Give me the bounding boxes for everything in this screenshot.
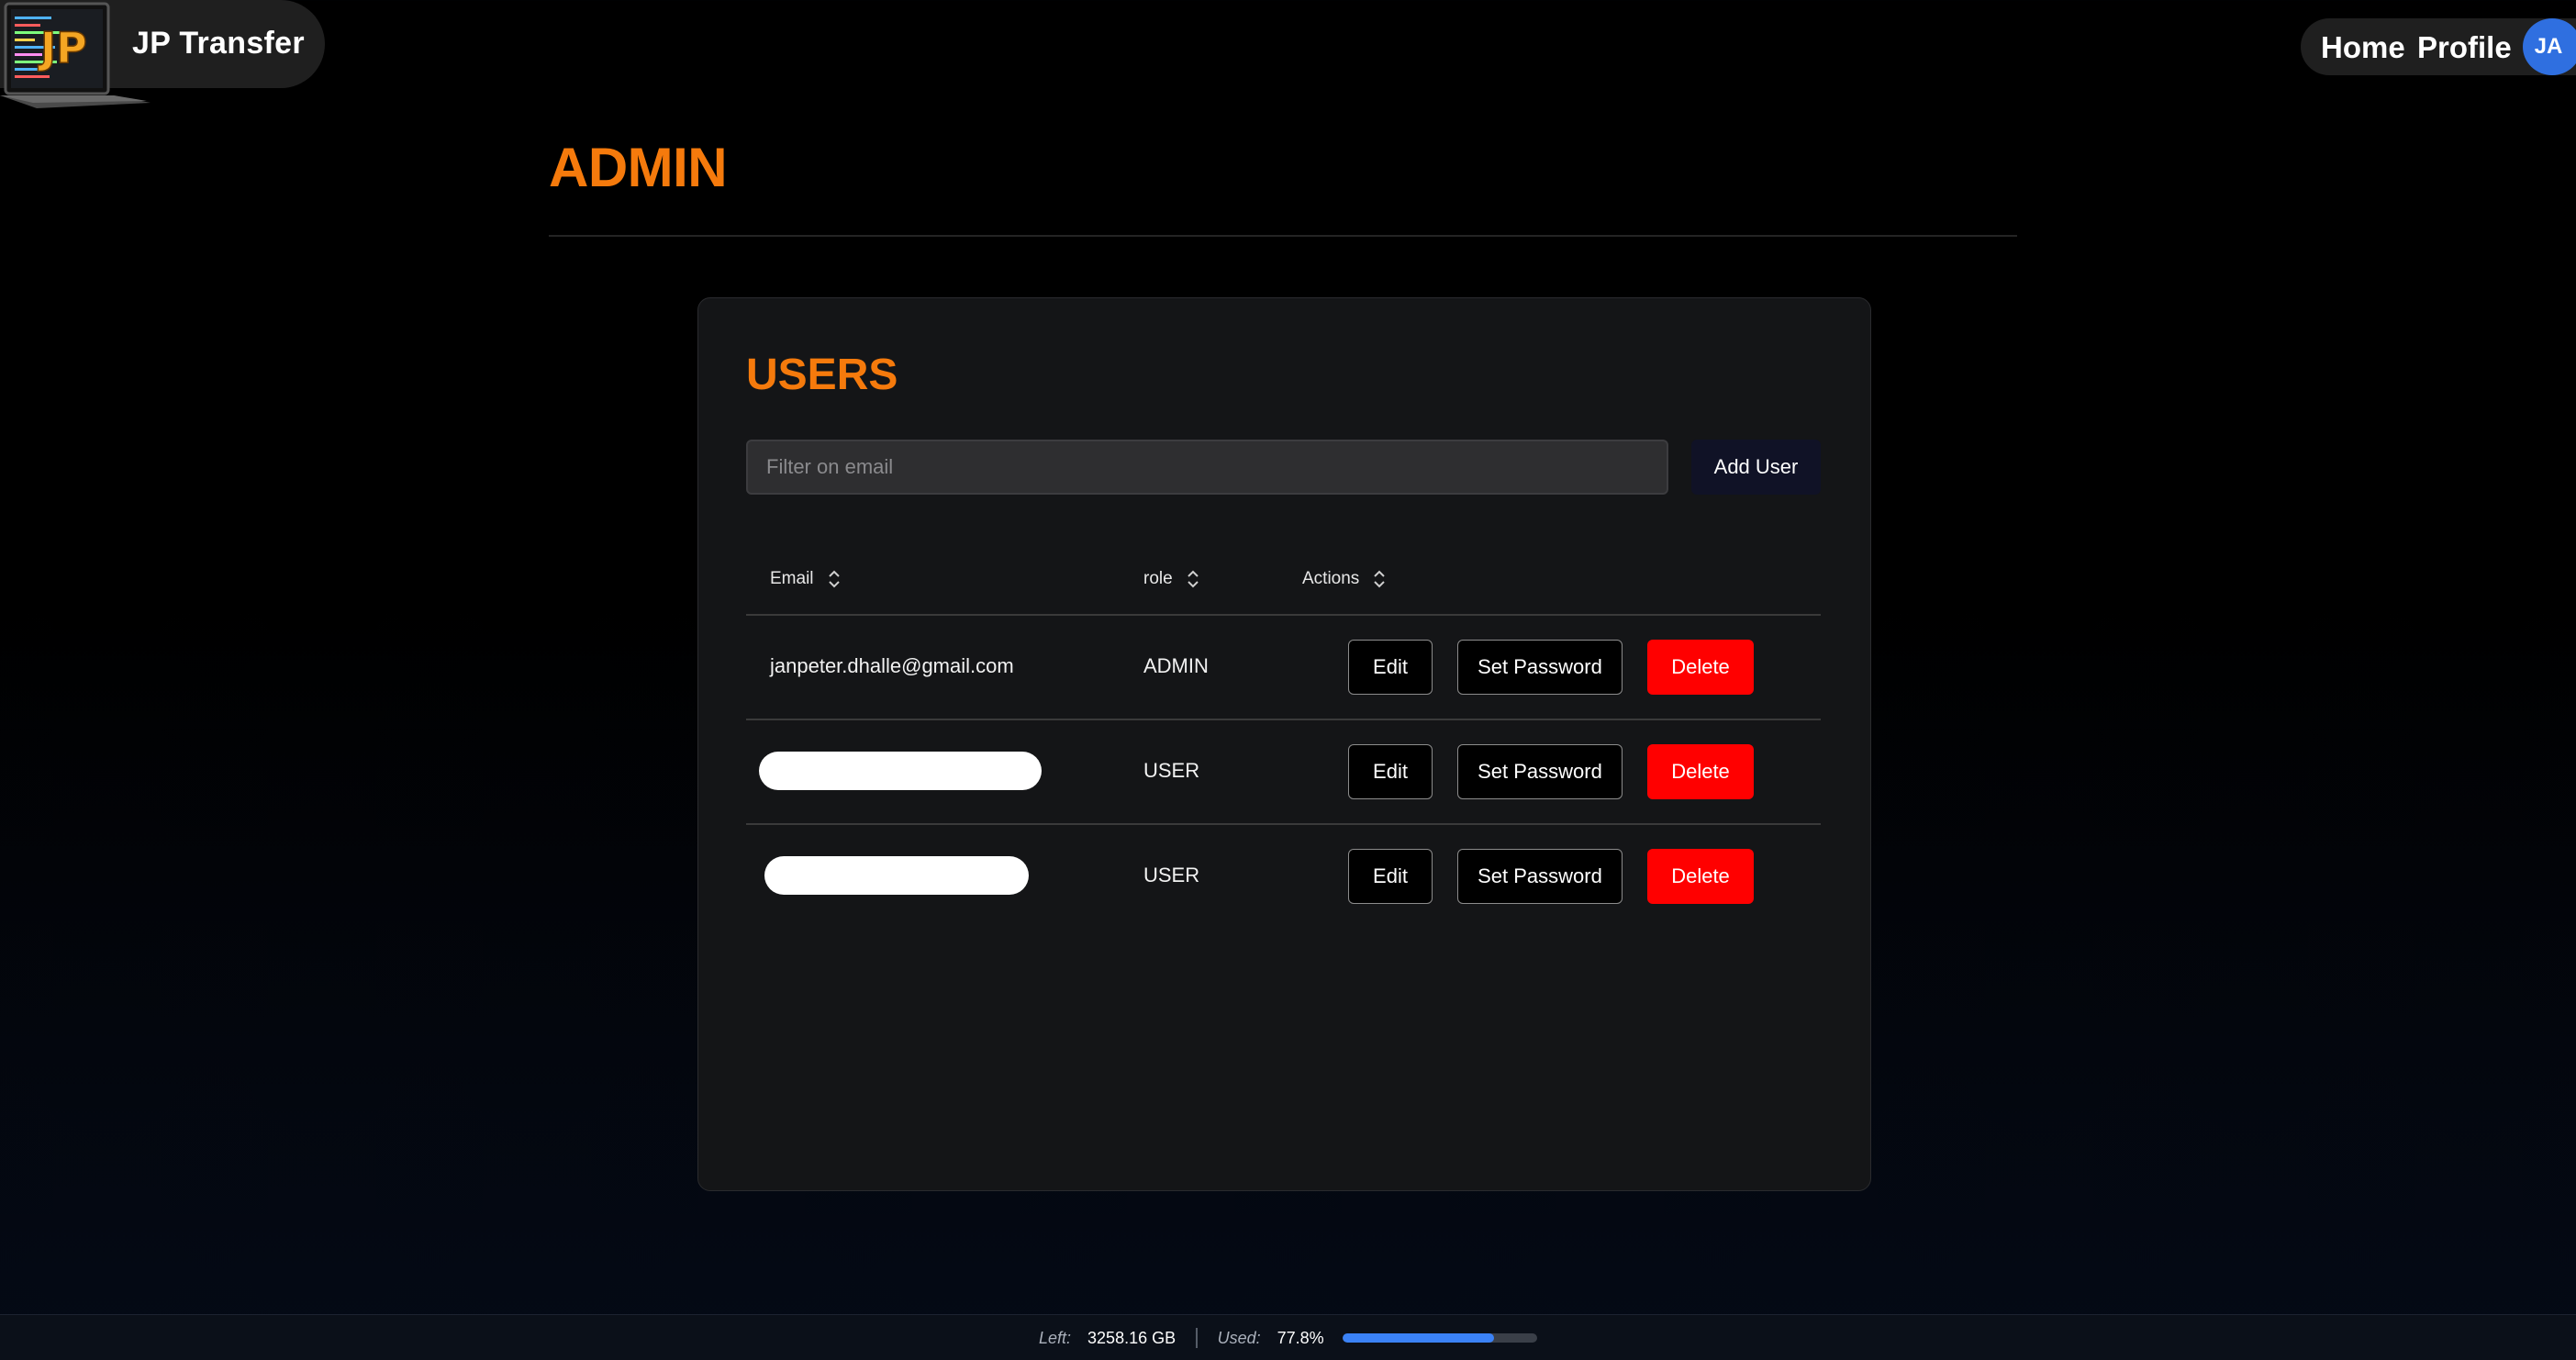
page-title: ADMIN (549, 137, 728, 198)
sort-icon (1374, 570, 1386, 588)
user-email: janpeter.dhalle@gmail.com (770, 654, 1014, 677)
storage-footer: Left: 3258.16 GB Used: 77.8% (0, 1314, 2576, 1360)
email-redaction (759, 752, 1042, 790)
column-header-actions-label: Actions (1302, 569, 1360, 588)
user-role: USER (1143, 864, 1200, 886)
sort-icon (828, 570, 840, 588)
column-header-role-label: role (1143, 569, 1173, 588)
table-row: janpeter.dhalle@gmail.com ADMIN Edit Set… (746, 616, 1821, 720)
title-divider (549, 235, 2017, 237)
edit-button[interactable]: Edit (1348, 744, 1433, 799)
delete-button[interactable]: Delete (1647, 640, 1754, 695)
user-role: ADMIN (1143, 654, 1209, 677)
storage-usage-fill (1342, 1333, 1494, 1343)
add-user-button[interactable]: Add User (1691, 440, 1821, 495)
top-nav: Home Profile JA (2301, 18, 2576, 75)
set-password-button[interactable]: Set Password (1457, 849, 1623, 904)
users-card: USERS Add User Email role Actions (697, 297, 1871, 1191)
set-password-button[interactable]: Set Password (1457, 640, 1623, 695)
delete-button[interactable]: Delete (1647, 744, 1754, 799)
footer-divider (1196, 1328, 1198, 1348)
avatar[interactable]: JA (2523, 18, 2576, 75)
table-header: Email role Actions (746, 542, 1821, 616)
nav-profile-link[interactable]: Profile (2417, 30, 2512, 65)
edit-button[interactable]: Edit (1348, 640, 1433, 695)
email-redaction (764, 856, 1029, 895)
storage-used-label: Used: (1217, 1328, 1261, 1347)
set-password-button[interactable]: Set Password (1457, 744, 1623, 799)
brand[interactable]: JP JP Transfer (0, 0, 325, 108)
nav-home-link[interactable]: Home (2321, 30, 2405, 65)
table-row: USER Edit Set Password Delete (746, 825, 1821, 930)
edit-button[interactable]: Edit (1348, 849, 1433, 904)
users-title: USERS (746, 351, 898, 399)
delete-button[interactable]: Delete (1647, 849, 1754, 904)
email-filter-input[interactable] (746, 440, 1668, 495)
brand-name[interactable]: JP Transfer (132, 26, 305, 61)
storage-left-value: 3258.16 GB (1087, 1328, 1176, 1347)
user-role: USER (1143, 759, 1200, 782)
column-header-email[interactable]: Email (770, 568, 842, 590)
column-header-role[interactable]: role (1143, 568, 1200, 590)
laptop-logo-icon: JP (0, 2, 151, 108)
column-header-email-label: Email (770, 569, 814, 588)
column-header-actions[interactable]: Actions (1302, 568, 1387, 590)
table-row: USER Edit Set Password Delete (746, 720, 1821, 825)
svg-text:JP: JP (38, 23, 87, 72)
storage-usage-bar (1342, 1333, 1537, 1343)
sort-icon (1187, 570, 1199, 588)
storage-left-label: Left: (1039, 1328, 1072, 1347)
storage-used-value: 77.8% (1277, 1328, 1324, 1347)
